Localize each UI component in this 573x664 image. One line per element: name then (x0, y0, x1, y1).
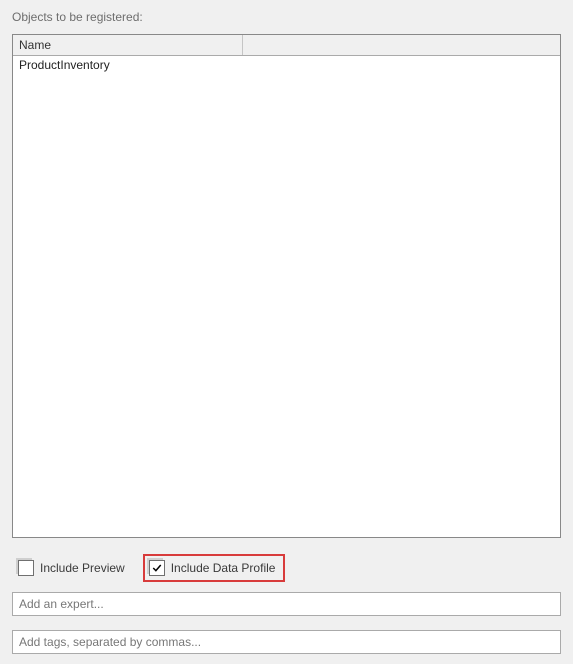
include-data-profile-checkbox[interactable] (149, 560, 165, 576)
include-preview-checkbox[interactable] (18, 560, 34, 576)
section-label: Objects to be registered: (12, 10, 561, 24)
include-preview-group: Include Preview (12, 556, 131, 580)
tags-input[interactable] (12, 630, 561, 654)
table-row[interactable]: ProductInventory (13, 56, 560, 74)
column-header-empty[interactable] (243, 35, 560, 55)
include-preview-label: Include Preview (40, 561, 125, 575)
options-row: Include Preview Include Data Profile (12, 554, 561, 582)
table-body: ProductInventory (13, 56, 560, 537)
objects-table: Name ProductInventory (12, 34, 561, 538)
objects-panel: Objects to be registered: Name ProductIn… (0, 0, 573, 664)
expert-input[interactable] (12, 592, 561, 616)
check-icon (151, 562, 163, 574)
column-header-name[interactable]: Name (13, 35, 243, 55)
include-data-profile-label: Include Data Profile (171, 561, 276, 575)
table-header: Name (13, 35, 560, 56)
include-data-profile-group: Include Data Profile (143, 554, 286, 582)
